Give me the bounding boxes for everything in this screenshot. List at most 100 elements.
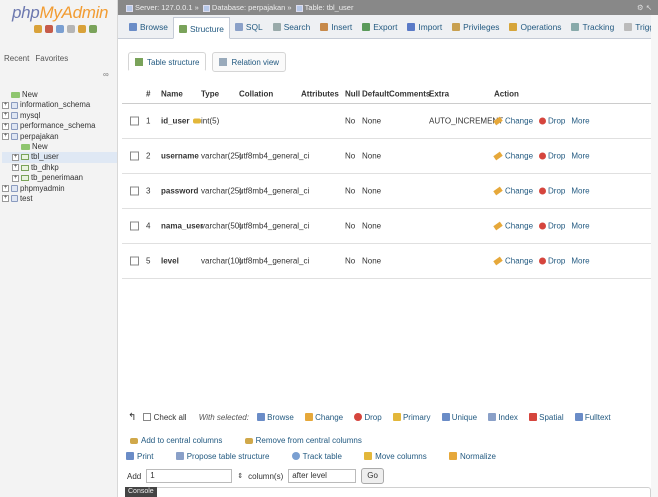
home-icon[interactable]: [34, 25, 42, 33]
collapse-link-icon[interactable]: ∞: [103, 70, 109, 79]
server-icon: [126, 4, 133, 12]
change-button[interactable]: Change: [493, 117, 533, 126]
tree-item[interactable]: + tbl_user: [2, 152, 117, 163]
bulk-index-label: Index: [498, 413, 518, 422]
more-button[interactable]: More: [571, 257, 589, 266]
tree-item[interactable]: + tb_dhkp: [2, 163, 117, 173]
change-button[interactable]: Change: [493, 257, 533, 266]
header-name[interactable]: Name: [161, 89, 183, 98]
check-all-checkbox[interactable]: [142, 413, 151, 421]
bulk-spatial-label: Spatial: [539, 413, 564, 422]
add-central-columns-button[interactable]: Add to central columns: [130, 436, 232, 445]
logout-icon[interactable]: [45, 25, 53, 33]
gear-icon[interactable]: ⚙ ↖: [637, 0, 652, 15]
tab-privileges[interactable]: Privileges: [447, 16, 504, 38]
expand-toggle-icon[interactable]: +: [2, 101, 9, 109]
cell-num-text: 1: [146, 116, 151, 126]
expand-toggle-icon[interactable]: +: [2, 122, 9, 130]
tree-item[interactable]: New: [2, 142, 117, 152]
bulk-browse-button[interactable]: Browse: [257, 413, 294, 422]
bulk-drop-button[interactable]: Drop: [354, 413, 382, 422]
cell-collation-text: utf8mb4_general_ci: [239, 256, 310, 266]
help-icon[interactable]: [56, 25, 64, 33]
more-button[interactable]: More: [571, 117, 589, 126]
bulk-primary-button[interactable]: Primary: [392, 413, 431, 422]
tab-export[interactable]: Export: [357, 16, 402, 38]
expand-toggle-icon[interactable]: +: [2, 112, 9, 120]
bulk-index-button[interactable]: Index: [488, 413, 518, 422]
breadcrumb-database[interactable]: Database: perpajakan: [212, 3, 285, 12]
expand-toggle-icon[interactable]: +: [2, 133, 9, 140]
tree-item[interactable]: + information_schema: [2, 100, 117, 110]
tab-structure[interactable]: Structure: [172, 17, 230, 39]
tab-insert[interactable]: Insert: [315, 16, 357, 38]
phpmyadmin-logo[interactable]: phpMyAdmin: [12, 3, 109, 23]
sidebar-tab-favorites[interactable]: Favorites: [34, 54, 69, 63]
drop-button[interactable]: Drop: [539, 257, 565, 266]
expand-toggle-icon[interactable]: +: [2, 195, 9, 203]
drop-button[interactable]: Drop: [539, 187, 565, 196]
drop-button[interactable]: Drop: [539, 117, 565, 126]
central-columns-icon: [130, 438, 138, 444]
tab-search[interactable]: Search: [268, 16, 316, 38]
console-toggle[interactable]: Console: [125, 487, 157, 497]
table-row: 5 level varchar(10) utf8mb4_general_ci No Non…: [122, 244, 654, 279]
tree-item[interactable]: New: [2, 90, 117, 100]
table-header-row: # Name Type Collation Attributes Null De…: [122, 84, 654, 104]
check-all-label[interactable]: Check all: [154, 413, 187, 422]
more-button[interactable]: More: [571, 222, 589, 231]
bulk-spatial-button[interactable]: Spatial: [529, 413, 564, 422]
position-select[interactable]: after level: [288, 469, 357, 483]
bulk-fulltext-button[interactable]: Fulltext: [574, 413, 611, 422]
expand-toggle-icon[interactable]: +: [12, 174, 19, 182]
breadcrumb-server[interactable]: Server: 127.0.0.1: [135, 3, 193, 12]
docs-icon[interactable]: [67, 25, 75, 33]
tree-item[interactable]: + mysql: [2, 111, 117, 121]
tree-item[interactable]: + performance_schema: [2, 121, 117, 131]
change-button[interactable]: Change: [493, 187, 533, 196]
track-table-link[interactable]: Track table: [291, 452, 352, 461]
tree-item[interactable]: + test: [2, 194, 117, 204]
sidebar-tab-recent[interactable]: Recent: [3, 54, 30, 63]
tab-operations[interactable]: Operations: [504, 16, 566, 38]
settings-icon[interactable]: [78, 25, 86, 33]
row-checkbox[interactable]: [130, 151, 139, 161]
subtab-table-structure[interactable]: Table structure: [128, 52, 207, 72]
tree-item[interactable]: + perpajakan: [2, 132, 117, 142]
expand-toggle-icon[interactable]: +: [12, 164, 19, 172]
tab-tracking[interactable]: Tracking: [566, 16, 619, 38]
expand-toggle-icon[interactable]: +: [2, 184, 9, 192]
reload-icon[interactable]: [89, 25, 97, 33]
breadcrumb-table[interactable]: Table: tbl_user: [305, 3, 354, 12]
tab-import[interactable]: Import: [402, 16, 447, 38]
stepper-icon[interactable]: ⇕: [237, 472, 243, 480]
more-button[interactable]: More: [571, 187, 589, 196]
subtab-relation-view[interactable]: Relation view: [212, 52, 287, 72]
expand-toggle-icon[interactable]: +: [12, 153, 19, 161]
move-columns-link[interactable]: Move columns: [364, 452, 437, 461]
bulk-unique-button[interactable]: Unique: [441, 413, 477, 422]
main-scrollbar[interactable]: [651, 15, 658, 497]
propose-structure-link[interactable]: Propose table structure: [175, 452, 280, 461]
more-button[interactable]: More: [571, 152, 589, 161]
bulk-change-button[interactable]: Change: [305, 413, 343, 422]
drop-button[interactable]: Drop: [539, 152, 565, 161]
operations-icon: [509, 23, 518, 31]
tab-browse[interactable]: Browse: [124, 16, 173, 38]
row-checkbox[interactable]: [130, 186, 139, 196]
go-button[interactable]: Go: [361, 468, 384, 484]
change-button[interactable]: Change: [493, 152, 533, 161]
change-button[interactable]: Change: [493, 222, 533, 231]
tab-sql[interactable]: SQL: [230, 16, 268, 38]
row-checkbox[interactable]: [130, 256, 139, 266]
cell-collation: utf8mb4_general_ci: [239, 257, 309, 266]
print-link[interactable]: Print: [126, 452, 163, 461]
row-checkbox[interactable]: [130, 221, 139, 231]
normalize-link[interactable]: Normalize: [448, 452, 506, 461]
drop-button[interactable]: Drop: [539, 222, 565, 231]
row-checkbox[interactable]: [130, 116, 139, 126]
tree-item[interactable]: + phpmyadmin: [2, 184, 117, 194]
remove-central-columns-button[interactable]: Remove from central columns: [244, 436, 372, 445]
add-count-input[interactable]: 1: [146, 469, 233, 483]
tree-item[interactable]: + tb_penerimaan: [2, 173, 117, 183]
